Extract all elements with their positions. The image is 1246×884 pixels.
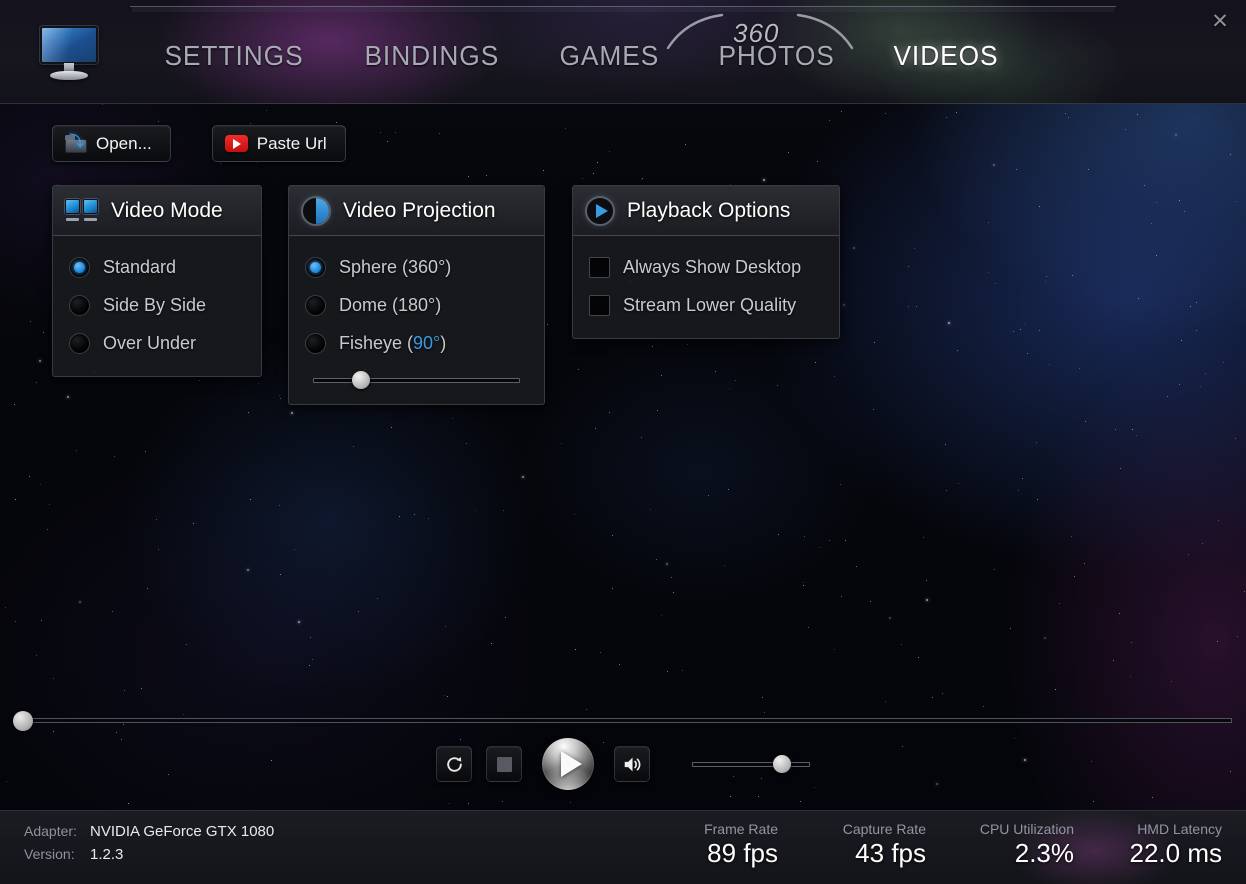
metric-label: Frame Rate	[704, 821, 778, 837]
paste-url-button[interactable]: Paste Url	[211, 125, 346, 162]
system-info: Adapter: NVIDIA GeForce GTX 1080 Version…	[24, 823, 274, 869]
video-projection-options: Sphere (360°) Dome (180°) Fisheye (90°)	[289, 236, 544, 404]
metric-value: 2.3%	[1014, 838, 1074, 868]
monitor-base	[50, 71, 88, 80]
tab-bindings[interactable]: BINDINGS	[340, 40, 524, 72]
loop-button[interactable]	[436, 746, 472, 782]
fov-slider-thumb[interactable]	[351, 371, 370, 389]
transport-controls	[0, 738, 1246, 790]
open-button[interactable]: ⤵ Open...	[52, 125, 171, 162]
video-mode-options: Standard Side By Side Over Under	[53, 236, 261, 376]
main-navigation: SETTINGS BINDINGS GAMES PHOTOS VIDEOS	[140, 40, 1033, 72]
playback-options-panel: Playback Options Always Show Desktop Str…	[572, 185, 840, 339]
volume-slider[interactable]	[692, 755, 810, 773]
metric-capture-rate: Capture Rate 43 fps	[786, 821, 934, 869]
tab-games[interactable]: GAMES	[535, 40, 684, 72]
app-header: 360 SETTINGS BINDINGS GAMES PHOTOS VIDEO…	[0, 0, 1246, 104]
version-row: Version: 1.2.3	[24, 846, 274, 863]
checkbox-icon-always-show-desktop[interactable]	[589, 256, 610, 278]
projection-option-fisheye[interactable]: Fisheye (90°)	[305, 324, 528, 362]
performance-metrics: Frame Rate 89 fps Capture Rate 43 fps CP…	[638, 821, 1230, 869]
playback-option-label: Always Show Desktop	[623, 256, 802, 277]
checkbox-icon-stream-lower-quality[interactable]	[589, 294, 610, 316]
volume-button[interactable]	[614, 746, 650, 782]
tab-videos[interactable]: VIDEOS	[869, 40, 1023, 72]
open-button-label: Open...	[96, 133, 152, 153]
radio-icon-dome[interactable]	[305, 294, 326, 316]
seek-bar[interactable]	[12, 711, 1232, 731]
metric-hmd-latency: HMD Latency 22.0 ms	[1082, 821, 1230, 869]
video-mode-title: Video Mode	[111, 198, 223, 222]
metric-value: 22.0 ms	[1129, 838, 1223, 868]
speaker-icon	[624, 757, 640, 771]
metric-label: HMD Latency	[1137, 821, 1222, 837]
fisheye-angle-value: 90°	[413, 332, 441, 353]
fov-slider[interactable]	[313, 371, 520, 389]
play-icon	[560, 751, 582, 777]
header-divider	[0, 103, 1246, 104]
volume-slider-thumb[interactable]	[772, 755, 791, 773]
metric-value: 43 fps	[855, 838, 926, 868]
playback-option-always-show-desktop[interactable]: Always Show Desktop	[589, 248, 823, 286]
monitor-screen	[40, 26, 98, 64]
seek-bar-track[interactable]	[14, 718, 1232, 723]
projection-option-label: Dome (180°)	[339, 294, 442, 315]
stop-icon	[496, 756, 512, 772]
projection-option-sphere[interactable]: Sphere (360°)	[305, 248, 528, 286]
projection-option-label: Sphere (360°)	[339, 256, 452, 277]
radio-icon-sphere[interactable]	[305, 256, 326, 278]
status-bar: Adapter: NVIDIA GeForce GTX 1080 Version…	[0, 810, 1246, 884]
radio-icon-side-by-side[interactable]	[69, 294, 90, 316]
version-label: Version:	[24, 846, 75, 862]
folder-open-icon: ⤵	[65, 134, 87, 153]
video-projection-panel: Video Projection Sphere (360°) Dome (180…	[288, 185, 545, 405]
metric-label: CPU Utilization	[979, 821, 1074, 837]
play-button[interactable]	[542, 738, 594, 790]
playback-options-list: Always Show Desktop Stream Lower Quality	[573, 236, 839, 338]
radio-icon-standard[interactable]	[69, 256, 90, 278]
video-mode-option-label: Over Under	[103, 332, 197, 353]
sphere-projection-icon	[301, 195, 331, 226]
video-mode-panel: Video Mode Standard Side By Side Over Un…	[52, 185, 262, 377]
projection-option-label: Fisheye (90°)	[339, 332, 447, 353]
monitor-icon	[38, 26, 102, 84]
version-value: 1.2.3	[90, 846, 124, 863]
stop-button[interactable]	[486, 746, 522, 782]
video-mode-option-standard[interactable]: Standard	[69, 248, 245, 286]
video-mode-option-label: Side By Side	[103, 294, 207, 315]
youtube-play-icon	[224, 135, 248, 152]
video-mode-option-over-under[interactable]: Over Under	[69, 324, 245, 362]
playback-option-stream-lower-quality[interactable]: Stream Lower Quality	[589, 286, 823, 324]
adapter-row: Adapter: NVIDIA GeForce GTX 1080	[24, 823, 274, 840]
dual-screen-icon	[65, 198, 99, 223]
app-window: 360 SETTINGS BINDINGS GAMES PHOTOS VIDEO…	[0, 0, 1246, 884]
seek-bar-thumb[interactable]	[12, 711, 33, 731]
metric-frame-rate: Frame Rate 89 fps	[638, 821, 786, 869]
video-mode-panel-header: Video Mode	[53, 186, 261, 236]
adapter-value: NVIDIA GeForce GTX 1080	[90, 823, 275, 840]
radio-icon-over-under[interactable]	[69, 332, 90, 354]
metric-value: 89 fps	[707, 838, 778, 868]
fov-slider-track[interactable]	[313, 378, 520, 383]
playback-options-title: Playback Options	[627, 198, 791, 222]
tab-settings[interactable]: SETTINGS	[140, 40, 328, 72]
playback-option-label: Stream Lower Quality	[623, 294, 797, 315]
projection-option-dome[interactable]: Dome (180°)	[305, 286, 528, 324]
radio-icon-fisheye[interactable]	[305, 332, 326, 354]
tab-photos[interactable]: PHOTOS	[694, 40, 859, 72]
video-mode-option-label: Standard	[103, 256, 177, 277]
metric-cpu-utilization: CPU Utilization 2.3%	[934, 821, 1082, 869]
metric-label: Capture Rate	[842, 821, 926, 837]
video-toolbar: ⤵ Open... Paste Url	[52, 125, 346, 162]
close-icon[interactable]: ✕	[1204, 6, 1236, 36]
loop-icon	[446, 756, 462, 772]
adapter-label: Adapter:	[24, 823, 77, 839]
playback-options-panel-header: Playback Options	[573, 186, 839, 236]
video-mode-option-side-by-side[interactable]: Side By Side	[69, 286, 245, 324]
play-circle-icon	[585, 195, 615, 226]
paste-url-button-label: Paste Url	[256, 133, 327, 153]
volume-slider-track[interactable]	[692, 762, 810, 767]
video-projection-panel-header: Video Projection	[289, 186, 544, 236]
video-projection-title: Video Projection	[343, 198, 496, 222]
